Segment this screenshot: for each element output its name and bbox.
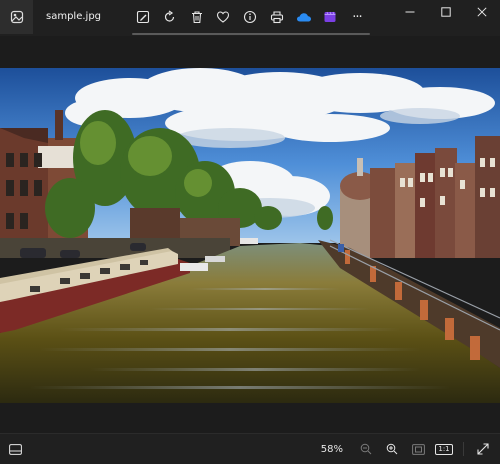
close-icon bbox=[477, 7, 487, 17]
toolbar: ··· bbox=[130, 6, 371, 28]
fullscreen-button[interactable] bbox=[470, 439, 496, 459]
rotate-icon bbox=[164, 10, 174, 22]
actual-size-button[interactable]: 1:1 bbox=[431, 439, 457, 459]
file-name: sample.jpg bbox=[46, 11, 102, 22]
fit-to-window-button[interactable] bbox=[405, 439, 431, 459]
separator bbox=[463, 442, 464, 456]
fit-window-icon bbox=[411, 443, 425, 455]
minimize-button[interactable] bbox=[392, 0, 428, 24]
clipchamp-icon bbox=[324, 11, 336, 22]
zoom-out-icon bbox=[360, 443, 372, 455]
info-button[interactable] bbox=[237, 6, 263, 28]
title-bar: sample.jpg ··· bbox=[0, 0, 500, 36]
zoom-in-icon bbox=[386, 443, 398, 455]
onedrive-icon bbox=[296, 13, 311, 22]
zoom-in-button[interactable] bbox=[379, 439, 405, 459]
favorite-button[interactable] bbox=[210, 6, 236, 28]
delete-button[interactable] bbox=[184, 6, 210, 28]
clipchamp-button[interactable] bbox=[317, 6, 343, 28]
window-controls bbox=[392, 0, 500, 24]
fullscreen-icon bbox=[477, 443, 489, 455]
photos-app-icon[interactable] bbox=[0, 0, 33, 34]
photo-canal bbox=[0, 68, 500, 403]
close-button[interactable] bbox=[464, 0, 500, 24]
status-bar: 58% 1:1 bbox=[0, 433, 500, 464]
more-button[interactable]: ··· bbox=[344, 6, 370, 28]
filmstrip-toggle-button[interactable] bbox=[4, 440, 26, 458]
maximize-button[interactable] bbox=[428, 0, 464, 24]
actual-size-icon: 1:1 bbox=[435, 443, 453, 455]
filmstrip-icon bbox=[8, 443, 22, 455]
favorite-icon bbox=[217, 11, 230, 23]
toolbar-scrollbar[interactable] bbox=[132, 33, 370, 35]
info-icon bbox=[243, 10, 257, 24]
image-viewer[interactable] bbox=[0, 36, 500, 433]
rotate-button[interactable] bbox=[157, 6, 183, 28]
zoom-out-button[interactable] bbox=[353, 439, 379, 459]
edit-button[interactable] bbox=[130, 6, 156, 28]
zoom-controls: 58% 1:1 bbox=[321, 439, 496, 459]
print-icon bbox=[270, 11, 283, 24]
onedrive-button[interactable] bbox=[291, 6, 317, 28]
more-icon: ··· bbox=[352, 9, 362, 25]
minimize-icon bbox=[405, 11, 415, 13]
print-button[interactable] bbox=[264, 6, 290, 28]
delete-icon bbox=[191, 11, 202, 24]
zoom-level: 58% bbox=[320, 443, 343, 455]
maximize-icon bbox=[441, 7, 451, 17]
edit-icon bbox=[136, 10, 150, 24]
